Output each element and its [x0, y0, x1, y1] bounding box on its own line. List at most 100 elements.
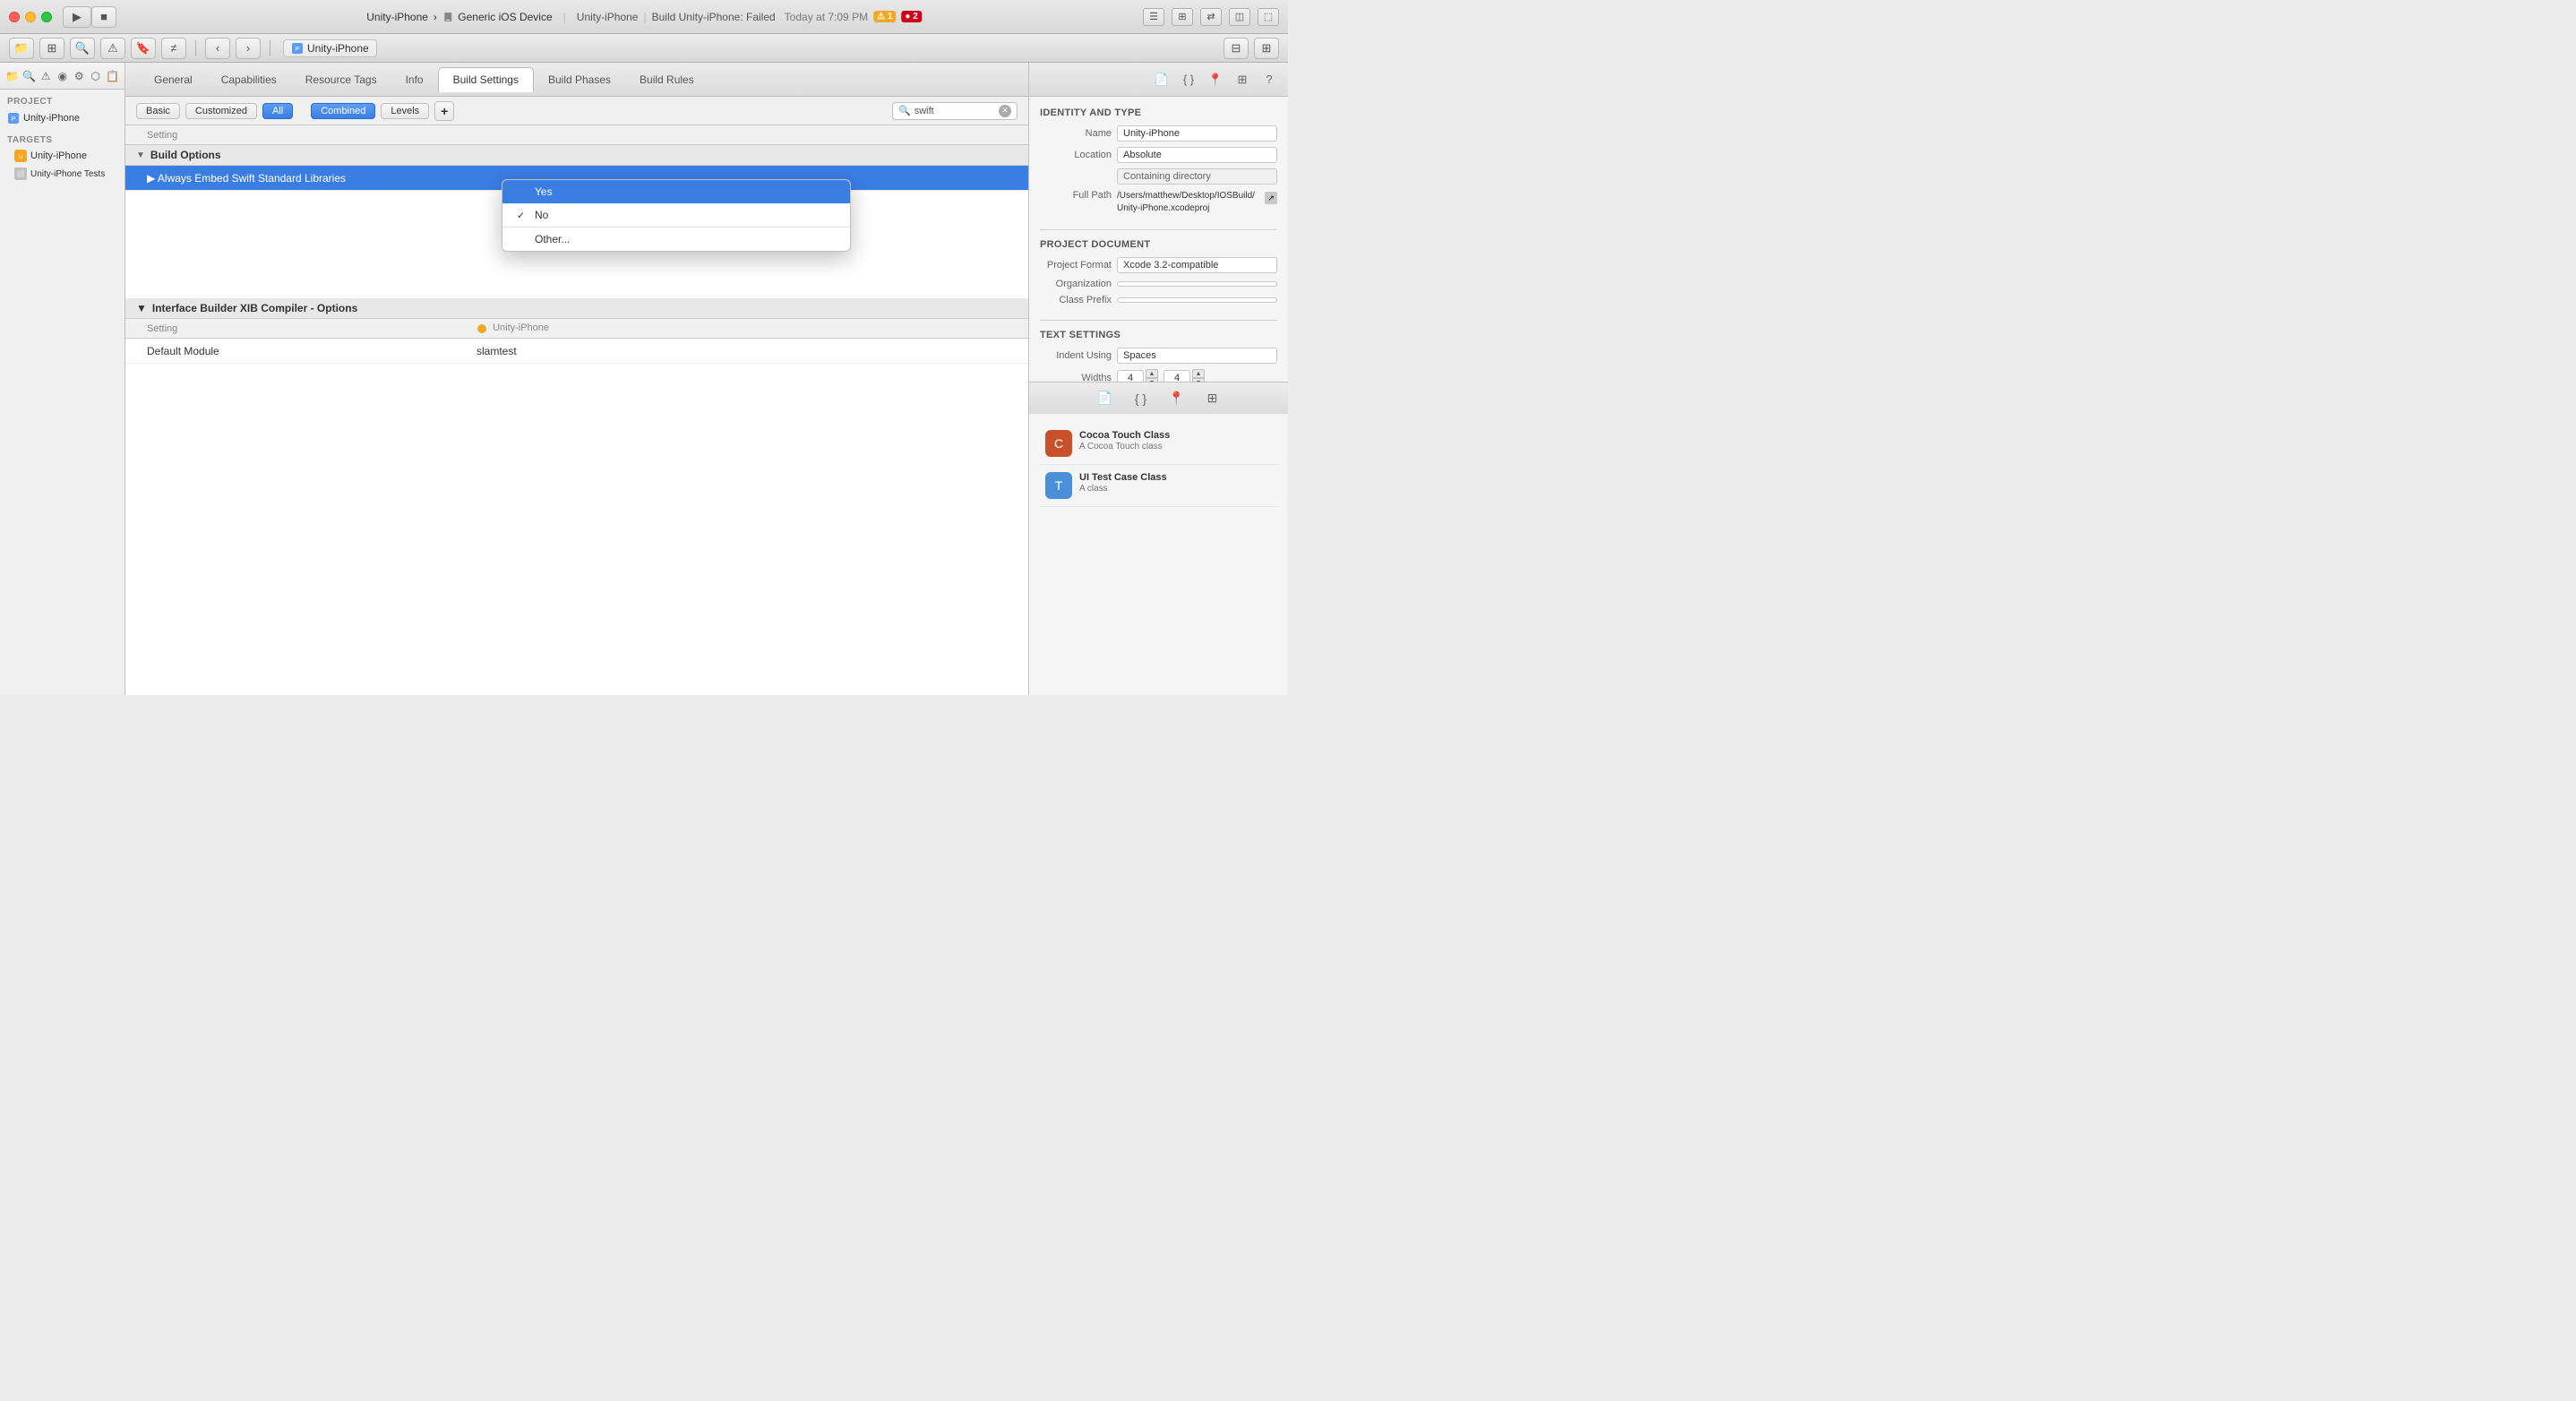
sidebar-nav-breakpoints[interactable]: ⬡ [90, 67, 103, 85]
diff-btn[interactable]: ≠ [161, 38, 186, 59]
sidebar-project-item[interactable]: P Unity-iPhone [0, 108, 125, 128]
tab-width-container: 4 ▲ ▼ [1117, 369, 1158, 382]
error-badge[interactable]: ● 2 [901, 11, 921, 22]
tab-build-phases[interactable]: Build Phases [534, 68, 625, 91]
indent-width-value[interactable]: 4 [1163, 370, 1190, 382]
target-unity-iphone-label: Unity-iPhone [30, 150, 87, 161]
dropdown-item-no[interactable]: ✓ No [502, 203, 850, 227]
right-panel: 📄 { } 📍 ⊞ ? Identity and Type Name Unity… [1028, 63, 1288, 695]
tab-width-value[interactable]: 4 [1117, 370, 1144, 382]
warning-btn[interactable]: ⚠ [100, 38, 125, 59]
filter-combined[interactable]: Combined [311, 103, 375, 119]
grid-btn[interactable]: ⊞ [39, 38, 64, 59]
filter-all[interactable]: All [262, 103, 293, 119]
col-header-setting: Setting [125, 128, 466, 142]
search-clear-btn[interactable]: ✕ [999, 105, 1011, 117]
folder-icon-btn[interactable]: 📁 [9, 38, 34, 59]
layout-btn-2[interactable]: ⊞ [1172, 8, 1193, 26]
filter-customized[interactable]: Customized [185, 103, 257, 119]
build-options-title: Build Options [150, 149, 221, 161]
stop-button[interactable]: ■ [91, 6, 116, 28]
tab-width-up[interactable]: ▲ [1146, 369, 1158, 378]
status-separator: | [563, 11, 566, 23]
right-panel-toggle-btn[interactable]: ⊞ [1254, 38, 1279, 59]
filter-levels[interactable]: Levels [381, 103, 429, 119]
maximize-button[interactable] [41, 12, 52, 22]
ib-col-setting: Setting [125, 322, 466, 336]
titlebar-controls: ☰ ⊞ ⇄ ◫ ⬚ [1143, 8, 1279, 26]
traffic-lights[interactable] [9, 12, 52, 22]
tab-bar: General Capabilities Resource Tags Info … [125, 63, 1028, 97]
layout-btn-5[interactable]: ⬚ [1258, 8, 1279, 26]
class-prefix-value[interactable] [1117, 297, 1277, 303]
location-label: Location [1040, 150, 1112, 160]
bottom-grid-icon[interactable]: ⊞ [1202, 388, 1224, 409]
warning-badge[interactable]: ⚠ 1 [873, 11, 896, 22]
ib-section-header[interactable]: ▼ Interface Builder XIB Compiler - Optio… [125, 298, 1028, 319]
sidebar-target-tests[interactable]: Unity-iPhone Tests [0, 165, 125, 183]
sidebar-nav-reports[interactable]: 📋 [106, 67, 119, 85]
svg-text:P: P [296, 47, 300, 53]
project-format-value[interactable]: Xcode 3.2-compatible [1117, 257, 1277, 273]
containing-dir-row: Containing directory [1040, 168, 1277, 185]
tab-build-settings[interactable]: Build Settings [438, 67, 534, 92]
bottom-location-icon[interactable]: 📍 [1166, 388, 1188, 409]
name-row: Name Unity-iPhone [1040, 125, 1277, 142]
dropdown-item-other[interactable]: Other... [502, 228, 850, 251]
build-options-section-header[interactable]: ▼ Build Options [125, 145, 1028, 166]
organization-value[interactable] [1117, 281, 1277, 287]
default-module-value: slamtest [466, 341, 1028, 361]
sidebar-nav-files[interactable]: 📁 [5, 67, 19, 85]
sidebar-nav-debug[interactable]: ⚙ [73, 67, 86, 85]
bottom-curly-icon[interactable]: { } [1130, 388, 1152, 409]
layout-btn-1[interactable]: ☰ [1143, 8, 1164, 26]
tab-general[interactable]: General [140, 68, 207, 91]
back-btn[interactable]: ‹ [205, 38, 230, 59]
sidebar-nav-tests[interactable]: ◉ [56, 67, 69, 85]
bookmark-btn[interactable]: 🔖 [131, 38, 156, 59]
full-path-value: /Users/matthew/Desktop/IOSBuild/Unity-iP… [1117, 190, 1261, 215]
sidebar-nav-search[interactable]: 🔍 [22, 67, 36, 85]
grid-icon-btn[interactable]: ⊞ [1232, 70, 1252, 90]
sidebar-target-unity-iphone[interactable]: U Unity-iPhone [0, 147, 125, 165]
tab-resource-tags[interactable]: Resource Tags [291, 68, 391, 91]
indent-using-label: Indent Using [1040, 350, 1112, 361]
device-crumb: Generic iOS Device [442, 11, 553, 23]
location-icon-btn[interactable]: 📍 [1206, 70, 1225, 90]
separator-2 [1040, 320, 1277, 321]
navigator-toggle-btn[interactable]: ⊟ [1224, 38, 1249, 59]
tab-build-rules[interactable]: Build Rules [625, 68, 708, 91]
tab-info[interactable]: Info [391, 68, 438, 91]
indent-using-value[interactable]: Spaces [1117, 348, 1277, 364]
filter-basic[interactable]: Basic [136, 103, 180, 119]
ui-test-template[interactable]: T UI Test Case Class A class [1038, 465, 1279, 507]
layout-btn-3[interactable]: ⇄ [1200, 8, 1222, 26]
minimize-button[interactable] [25, 12, 36, 22]
question-icon-btn[interactable]: ? [1259, 70, 1279, 90]
default-module-label: Default Module [125, 341, 466, 361]
indent-width-up[interactable]: ▲ [1192, 369, 1205, 378]
cocoa-touch-template[interactable]: C Cocoa Touch Class A Cocoa Touch class [1038, 423, 1279, 465]
forward-btn[interactable]: › [236, 38, 261, 59]
filter-bar: Basic Customized All Combined Levels + 🔍… [125, 97, 1028, 125]
close-button[interactable] [9, 12, 20, 22]
col-header-value [466, 133, 1028, 137]
project-format-label: Project Format [1040, 260, 1112, 271]
ui-desc: A class [1079, 483, 1167, 494]
location-value[interactable]: Absolute [1117, 147, 1277, 163]
bottom-file-icon[interactable]: 📄 [1095, 388, 1116, 409]
search-box[interactable]: 🔍 swift ✕ [892, 102, 1018, 120]
build-time: Today at 7:09 PM [785, 11, 868, 23]
default-module-row[interactable]: Default Module slamtest [125, 339, 1028, 364]
layout-btn-4[interactable]: ◫ [1229, 8, 1250, 26]
search-btn[interactable]: 🔍 [70, 38, 95, 59]
path-reveal-btn[interactable]: ↗ [1265, 192, 1277, 204]
name-value[interactable]: Unity-iPhone [1117, 125, 1277, 142]
dropdown-item-yes[interactable]: Yes [502, 180, 850, 203]
sidebar-nav-issues[interactable]: ⚠ [39, 67, 53, 85]
tab-capabilities[interactable]: Capabilities [207, 68, 291, 91]
run-button[interactable]: ▶ [63, 6, 91, 28]
filter-add[interactable]: + [434, 101, 454, 121]
file-icon-btn[interactable]: 📄 [1152, 70, 1172, 90]
curly-icon-btn[interactable]: { } [1179, 70, 1198, 90]
